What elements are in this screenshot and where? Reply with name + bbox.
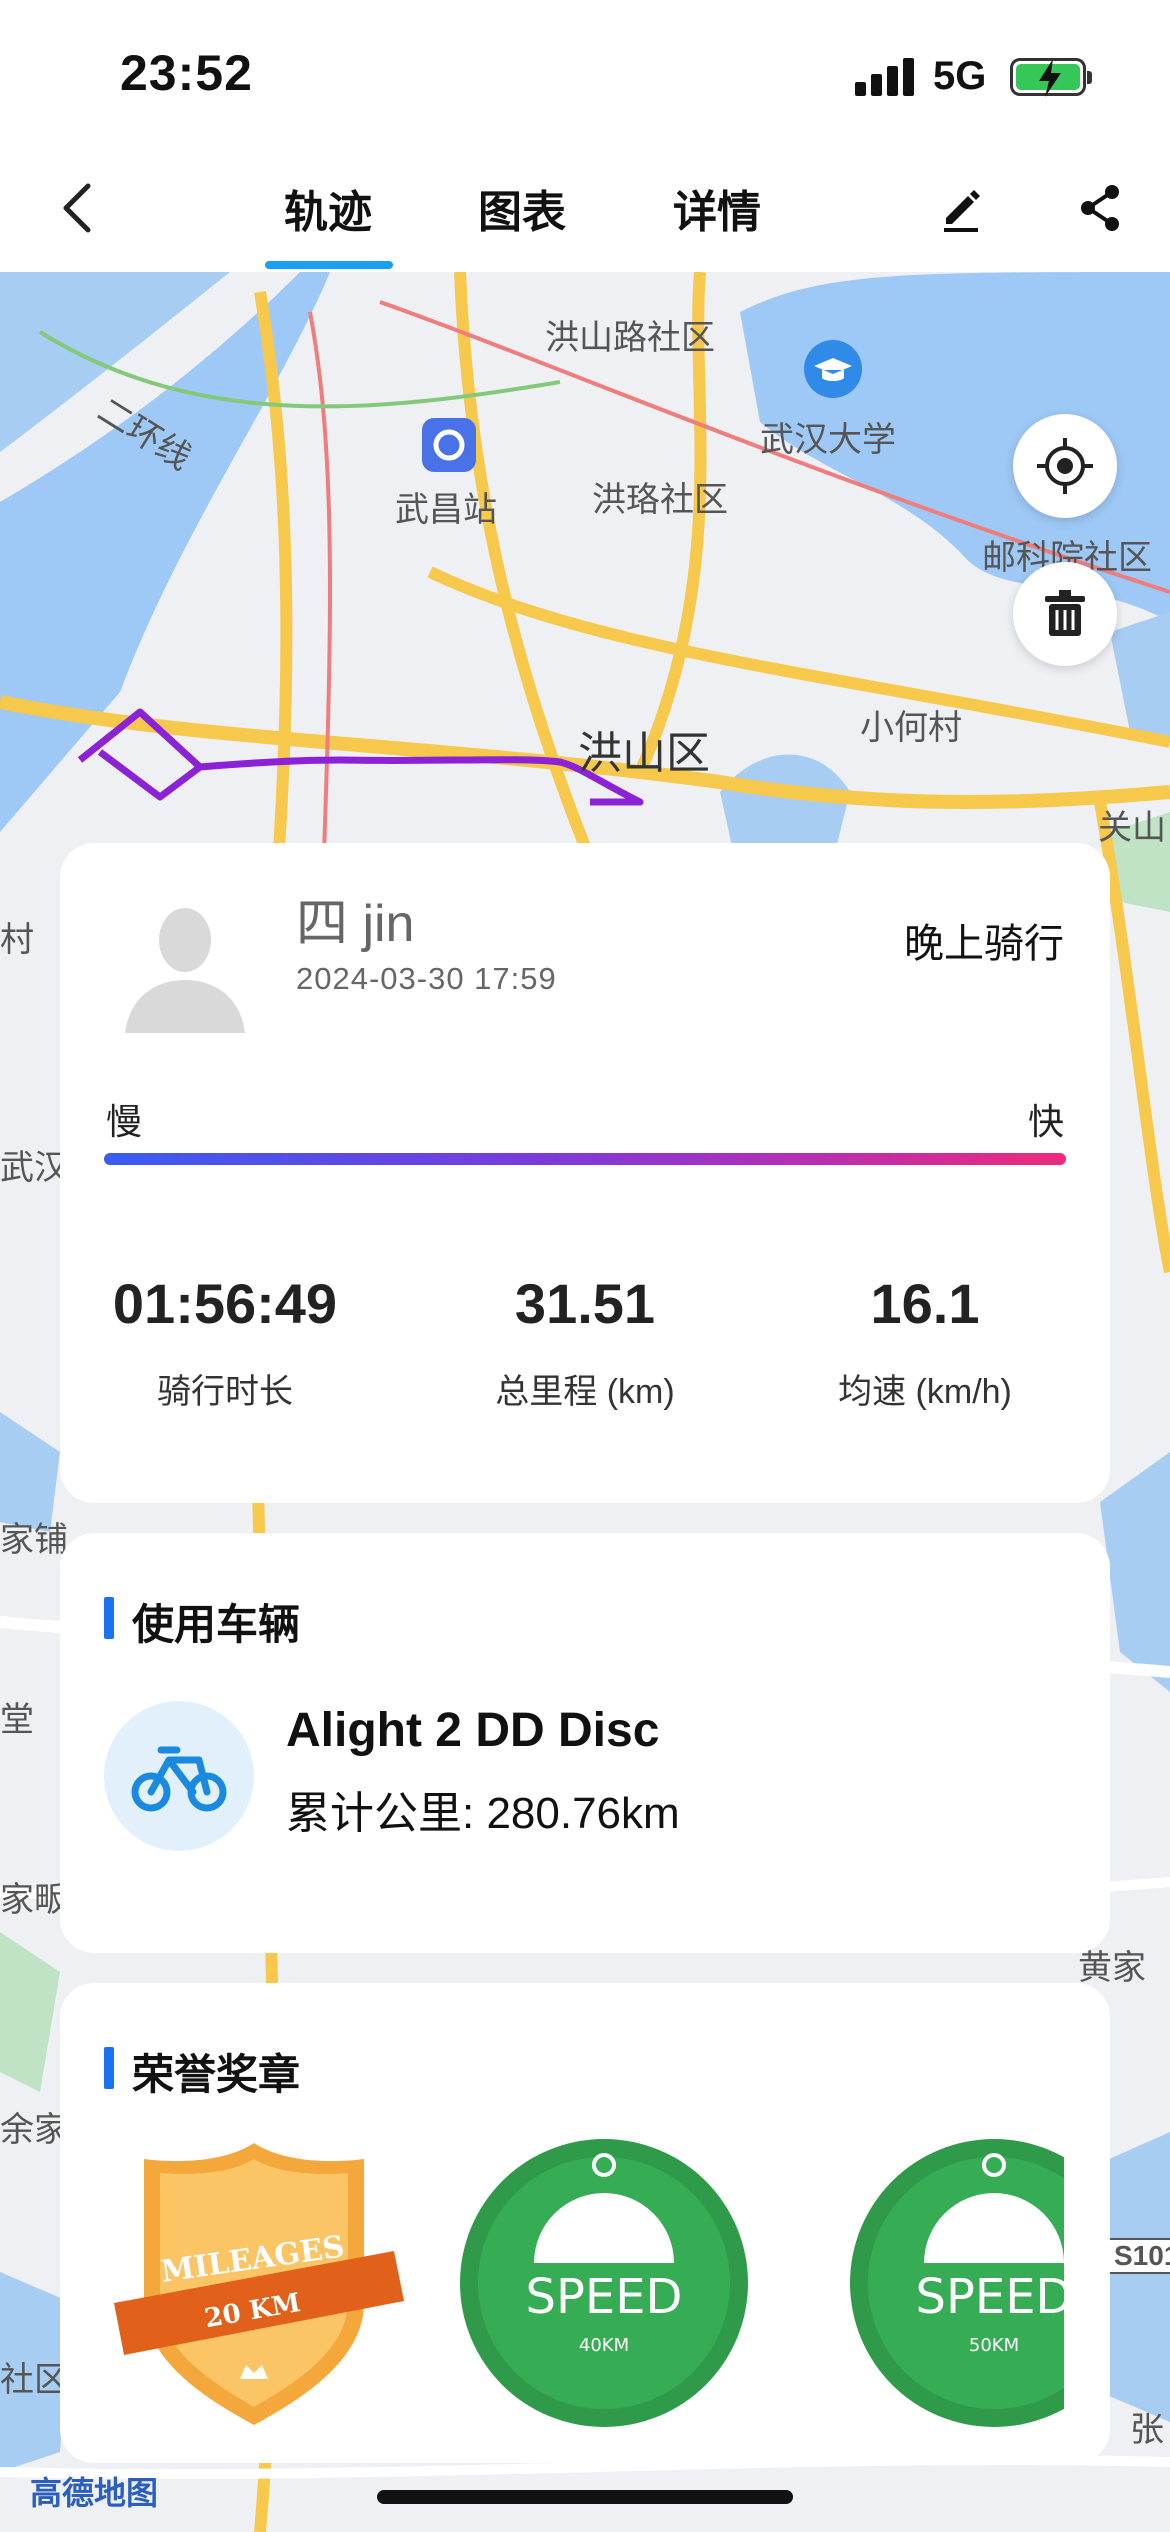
- stat-label: 骑行时长: [157, 1373, 293, 1411]
- university-icon: [804, 340, 862, 398]
- map-label: 关山: [1098, 809, 1166, 847]
- battery-icon: [1010, 58, 1092, 97]
- map-label: 村: [0, 921, 34, 959]
- stat-value: 01:56:49: [112, 1272, 338, 1335]
- stat-duration: 01:56:49 骑行时长: [60, 1271, 390, 1413]
- section-title-vehicle: 使用车辆: [104, 1591, 300, 1652]
- tab-chart[interactable]: 图表: [452, 176, 592, 240]
- avatar-icon: [125, 908, 245, 1033]
- map-label: 洪珞社区: [592, 481, 728, 519]
- nav-bar: 轨迹 图表 详情: [0, 150, 1170, 272]
- trash-icon: [1045, 590, 1085, 636]
- ride-title: 晚上骑行: [904, 922, 1064, 966]
- train-station-icon: [422, 418, 476, 472]
- active-tab-indicator: [265, 261, 393, 269]
- map-label: 家畈: [0, 1881, 68, 1919]
- stat-value: 16.1: [870, 1272, 980, 1335]
- back-button[interactable]: [50, 178, 110, 238]
- medal-title: SPEED: [525, 2269, 682, 2325]
- bike-mileage: 累计公里: 280.76km: [286, 1789, 680, 1838]
- medal-title: SPEED: [915, 2269, 1064, 2325]
- medal-list[interactable]: MILEAGES 20 KM SPEED 40KM SPEED 50KM: [104, 2133, 1064, 2433]
- user-name: 四 jin: [296, 895, 415, 953]
- pencil-icon: [944, 190, 980, 232]
- map-label: 洪山区: [578, 729, 710, 778]
- stat-label: 总里程 (km): [495, 1373, 675, 1411]
- status-time: 23:52: [120, 45, 253, 101]
- speed-medal-icon[interactable]: SPEED 40KM: [454, 2133, 754, 2433]
- crosshair-icon: [1037, 438, 1093, 494]
- medal-subtitle: 40KM: [579, 2335, 629, 2356]
- tab-track[interactable]: 轨迹: [258, 176, 398, 240]
- map-label: 堂: [0, 1701, 34, 1739]
- mileage-medal-icon[interactable]: MILEAGES 20 KM: [104, 2133, 404, 2433]
- map-label: 家铺: [0, 1521, 68, 1559]
- medals-card: 荣誉奖章 MILEAGES 20 KM SPEED 40KM SPEED 50K…: [60, 1983, 1110, 2463]
- locate-button[interactable]: [1013, 414, 1117, 518]
- delete-button[interactable]: [1013, 562, 1117, 666]
- home-indicator[interactable]: [377, 2490, 793, 2504]
- stat-distance: 31.51 总里程 (km): [420, 1271, 750, 1413]
- share-icon: [1081, 185, 1119, 231]
- speed-slow-label: 慢: [106, 1101, 143, 1142]
- map-label: 余家: [0, 2111, 68, 2149]
- speed-fast-label: 快: [1027, 1101, 1064, 1142]
- map-label: 小何村: [860, 709, 962, 747]
- ride-summary-card: 四 jin 2024-03-30 17:59 晚上骑行 慢 快 01:56:49…: [60, 843, 1110, 1503]
- status-bar: 23:52 5G: [0, 0, 1170, 150]
- map-label: 武汉大学: [760, 421, 896, 459]
- speed-medal-icon[interactable]: SPEED 50KM: [844, 2133, 1064, 2433]
- speed-gradient-bar: [104, 1153, 1066, 1165]
- map-provider-logo: 高德地图: [30, 2475, 159, 2511]
- chevron-left-icon: [63, 183, 91, 233]
- bicycle-icon: [131, 1746, 227, 1812]
- section-title-medals: 荣誉奖章: [104, 2041, 300, 2102]
- bike-avatar: [104, 1701, 254, 1851]
- bike-name: Alight 2 DD Disc: [286, 1704, 660, 1757]
- signal-icon: [855, 58, 915, 96]
- stat-label: 均速 (km/h): [838, 1373, 1012, 1411]
- map-road-badge: S101: [1108, 2238, 1170, 2274]
- stat-value: 31.51: [514, 1272, 656, 1335]
- map-label: 洪山路社区: [545, 319, 715, 357]
- share-button[interactable]: [1074, 180, 1130, 236]
- medal-subtitle: 50KM: [969, 2335, 1019, 2356]
- network-type: 5G: [933, 54, 987, 98]
- vehicle-card[interactable]: 使用车辆 Alight 2 DD Disc 累计公里: 280.76km: [60, 1533, 1110, 1953]
- map-label: 张: [1130, 2411, 1164, 2449]
- map-label: 武汉: [0, 1149, 68, 1187]
- map-label: 武昌站: [395, 491, 497, 529]
- tab-details[interactable]: 详情: [647, 176, 787, 240]
- map-label: 社区: [0, 2361, 68, 2399]
- edit-button[interactable]: [934, 180, 990, 236]
- ride-datetime: 2024-03-30 17:59: [296, 961, 557, 996]
- stat-avg-speed: 16.1 均速 (km/h): [760, 1271, 1090, 1413]
